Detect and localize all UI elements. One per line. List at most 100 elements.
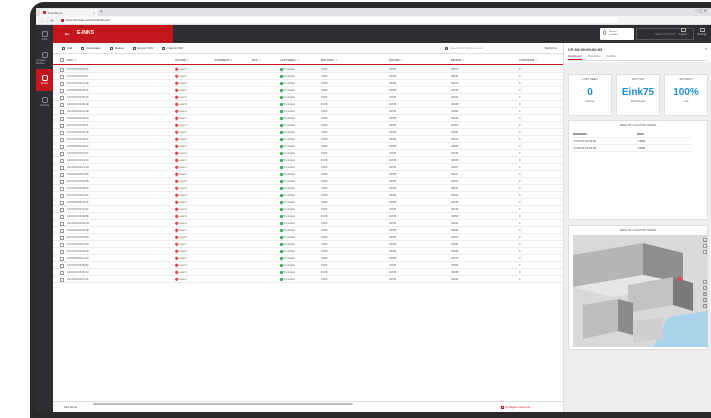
locate-button[interactable]: ⦿: [703, 298, 707, 302]
card-menu-icon[interactable]: ⋮: [703, 77, 706, 80]
card-menu-icon[interactable]: ⋮: [703, 228, 706, 231]
table-row[interactable]: CF:03:00:00:00:44 Level 3 5 minutes 100% 327…: [53, 143, 563, 150]
zoom-out-button[interactable]: −: [703, 244, 707, 248]
row-checkbox[interactable]: [60, 200, 64, 205]
table-row[interactable]: CF:03:00:00:00:4D Level 3 5 minutes 100% 327…: [53, 101, 563, 108]
table-row[interactable]: CF:03:00:00:00:71 Level 1 5 minutes 100% 327…: [53, 122, 563, 129]
window-controls[interactable]: ─ ▢ ✕: [695, 8, 707, 13]
select-all-checkbox[interactable]: [60, 57, 64, 62]
close-tab-icon[interactable]: ×: [93, 11, 95, 15]
configure-columns-button[interactable]: Configure columns: [501, 405, 530, 409]
column-header-battery[interactable]: BATTERY ⇅: [321, 58, 338, 62]
table-row[interactable]: CF:03:00:00:00:3F Level 2 5 minutes 100% 327…: [53, 87, 563, 94]
card-menu-icon[interactable]: ⋮: [655, 77, 658, 80]
table-row[interactable]: CF:03:00:00:01:27 Level 4 5 minutes 100% 327…: [53, 150, 563, 157]
table-row[interactable]: CF:03:00:00:00:36 Level 1 5 minutes 100% 327…: [53, 66, 563, 73]
row-checkbox[interactable]: [60, 242, 64, 247]
row-checkbox[interactable]: [60, 158, 64, 163]
column-header-lastseen[interactable]: LASTSEEN ⇅: [280, 58, 299, 62]
table-row[interactable]: CF:03:00:00:00:4A Level 1 5 minutes 100% 327…: [53, 115, 563, 122]
row-checkbox[interactable]: [60, 235, 64, 240]
investigate-button[interactable]: Investigate: [81, 46, 101, 50]
card-menu-icon[interactable]: ⋮: [607, 77, 610, 80]
table-row[interactable]: CF:03:00:00:01:4C Level 2 5 minutes 100% 327…: [53, 255, 563, 262]
tab-dashboard[interactable]: Dashboard: [568, 54, 582, 60]
tab-additive[interactable]: Additive: [606, 54, 616, 60]
table-row[interactable]: CF:03:00:00:01:B2 Level 2 5 minutes 100% 327…: [53, 234, 563, 241]
row-checkbox[interactable]: [60, 172, 64, 177]
row-checkbox[interactable]: [60, 221, 64, 226]
table-row[interactable]: CF:03:00:00:00:78 Level 2 5 minutes 100% 327…: [53, 129, 563, 136]
row-checkbox[interactable]: [60, 67, 64, 72]
column-header-txpower[interactable]: TXPOWER ⇅: [519, 58, 537, 62]
center-button[interactable]: •: [703, 250, 707, 254]
table-row[interactable]: CF:03:00:00:00:93 Level 3 5 minutes 100% 327…: [53, 262, 563, 269]
table-row[interactable]: CF:03:00:00:00:3C Level 3 5 minutes 100% 327…: [53, 94, 563, 101]
table-row[interactable]: CF:03:00:00:00:66 Level 3 5 minutes 100% 327…: [53, 185, 563, 192]
column-header-mac[interactable]: MAC ⇅: [67, 58, 77, 62]
sidebar-item-tracking[interactable]: Tracking: [36, 91, 53, 113]
table-row[interactable]: CF:03:00:00:00:37 Level 2 5 minutes 100% 327…: [53, 73, 563, 80]
layout-button[interactable]: Layout: [674, 28, 692, 40]
column-header-minor[interactable]: MINOR ⇅: [451, 58, 464, 62]
column-header-nfc[interactable]: NFC ⇅: [252, 58, 261, 62]
delete-button[interactable]: Delete: [109, 46, 124, 50]
table-row[interactable]: CF:03:00:00:01:16 Level 3 5 minutes 100% 327…: [53, 199, 563, 206]
table-row[interactable]: CF:03:00:00:00:42 Level 2 5 minutes 100% 327…: [53, 136, 563, 143]
row-checkbox[interactable]: [60, 116, 64, 121]
table-row[interactable]: CF:03:00:00:01:1D Level 1 5 minutes 100% 327…: [53, 164, 563, 171]
table-row[interactable]: CF:03:00:00:00:4B Level 1 5 minutes 100% 327…: [53, 227, 563, 234]
table-row[interactable]: CF:03:00:00:01:1B Level 4 5 minutes 100% 327…: [53, 108, 563, 115]
row-checkbox[interactable]: [60, 263, 64, 268]
new-tab-button[interactable]: +: [100, 9, 103, 15]
table-row[interactable]: CF:03:00:00:00:8E Level 3 5 minutes 100% 327…: [53, 213, 563, 220]
row-checkbox[interactable]: [60, 74, 64, 79]
sidebar-item-apps[interactable]: Apps: [36, 25, 53, 47]
table-row[interactable]: CF:03:00:00:01:1E Level 2 5 minutes 100% 327…: [53, 80, 563, 87]
device-marker[interactable]: [678, 277, 682, 281]
row-checkbox[interactable]: [60, 277, 64, 282]
zoom-in-button[interactable]: +: [703, 238, 707, 242]
row-checkbox[interactable]: [60, 102, 64, 107]
browser-tab[interactable]: Live Room ×: [40, 9, 98, 16]
table-row[interactable]: CF:03:00:00:01:24 Level 1 5 minutes 100% 327…: [53, 157, 563, 164]
table-row[interactable]: CF:03:00:00:00:9B Level 2 5 minutes 100% 327…: [53, 178, 563, 185]
row-checkbox[interactable]: [60, 151, 64, 156]
table-row[interactable]: CF:03:00:00:00:D9 Level 4 5 minutes 100% 327…: [53, 220, 563, 227]
table-row[interactable]: CF:03:00:00:01:32 Level 2 5 minutes 100% 327…: [53, 206, 563, 213]
export-csv-button[interactable]: Export CSV: [132, 46, 153, 50]
row-checkbox[interactable]: [60, 207, 64, 212]
column-header-major[interactable]: MAJOR ⇅: [389, 58, 403, 62]
row-checkbox[interactable]: [60, 144, 64, 149]
row-checkbox[interactable]: [60, 137, 64, 142]
column-header-coord[interactable]: COORD ⇅: [175, 58, 189, 62]
row-checkbox[interactable]: [60, 81, 64, 86]
table-row[interactable]: CF:03:00:00:01:05 Level 3 5 minutes 100% 327…: [53, 192, 563, 199]
row-checkbox[interactable]: [60, 186, 64, 191]
row-checkbox[interactable]: [60, 109, 64, 114]
floor-map[interactable]: + − • ↕ ⤢ ✎ ⦿ ▭: [573, 235, 708, 347]
table-row[interactable]: CF:03:00:00:00:A2 Level 1 5 minutes 100% 327…: [53, 269, 563, 276]
search-button[interactable]: SEARCH: [544, 46, 557, 50]
url-field[interactable]: https://kontakt.io/kiosk/dashboard: [57, 17, 618, 23]
row-checkbox[interactable]: [60, 256, 64, 261]
row-checkbox[interactable]: [60, 193, 64, 198]
table-row[interactable]: CF:03:00:00:01:38 Level 2 5 minutes 100% 327…: [53, 171, 563, 178]
tilt-button[interactable]: ↕: [703, 280, 707, 284]
table-row[interactable]: CF:03:00:00:01:3D Level 1 5 minutes 100% 327…: [53, 241, 563, 248]
row-checkbox[interactable]: [60, 165, 64, 170]
settings-button[interactable]: Settings: [693, 28, 711, 40]
row-checkbox[interactable]: [60, 88, 64, 93]
add-button[interactable]: Add: [62, 46, 72, 50]
horizontal-scrollbar[interactable]: [93, 403, 353, 405]
row-checkbox[interactable]: [60, 214, 64, 219]
row-checkbox[interactable]: [60, 249, 64, 254]
search-input[interactable]: Search for Name of item: [445, 46, 535, 50]
table-row[interactable]: CF:03:00:00:01:45 Level 2 5 minutes 100% 327…: [53, 276, 563, 283]
close-icon[interactable]: ×: [705, 46, 707, 51]
column-header-comment[interactable]: COMMENT ⇅: [214, 58, 233, 62]
row-checkbox[interactable]: [60, 123, 64, 128]
browser-nav-buttons[interactable]: ← → ⟳: [40, 18, 54, 23]
card-menu-icon[interactable]: ⋮: [703, 123, 706, 126]
row-checkbox[interactable]: [60, 130, 64, 135]
